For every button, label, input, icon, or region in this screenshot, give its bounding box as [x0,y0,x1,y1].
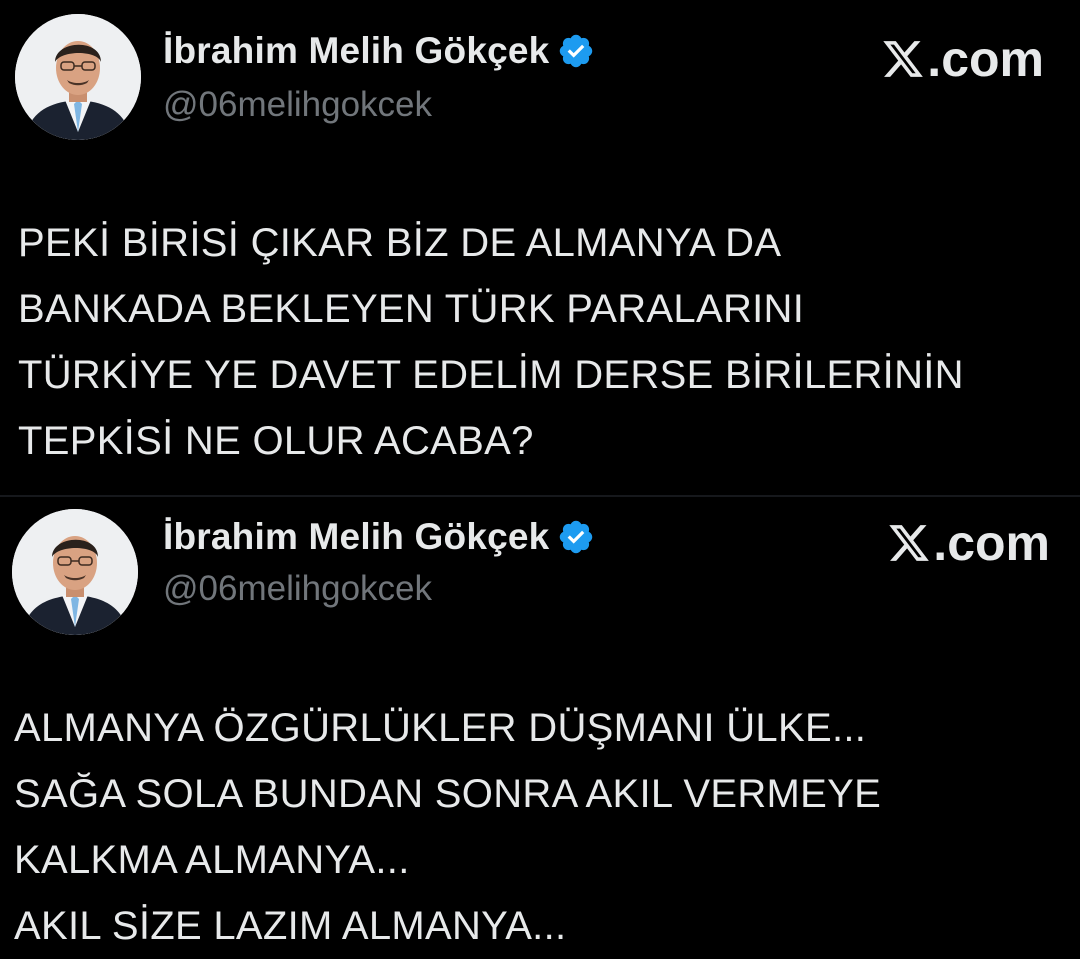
avatar[interactable] [15,14,141,140]
display-name[interactable]: İbrahim Melih Gökçek [163,30,549,72]
user-handle[interactable]: @06melihgokcek [163,85,432,125]
brand-domain: .com [933,515,1050,571]
verified-badge-icon [557,32,595,70]
tweet-text-line: AKIL SİZE LAZIM ALMANYA... [14,904,567,948]
brand-mark: .com [887,514,1050,572]
x-logo-icon [881,37,925,81]
author-name-row[interactable]: İbrahim Melih Gökçek [163,516,595,558]
tweet-text: PEKİ BİRİSİ ÇIKAR BİZ DE ALMANYA DA BANK… [18,210,964,474]
tweet-text-line: KALKMA ALMANYA... [14,838,410,882]
user-handle[interactable]: @06melihgokcek [163,569,432,609]
x-logo-icon [887,521,931,565]
tweet-text-line: ALMANYA ÖZGÜRLÜKLER DÜŞMANI ÜLKE... [14,706,867,750]
tweet-text-line: TÜRKİYE YE DAVET EDELİM DERSE BİRİLERİNİ… [18,353,964,397]
brand-mark: .com [881,30,1044,88]
author-name-row[interactable]: İbrahim Melih Gökçek [163,30,595,72]
avatar[interactable] [12,509,138,635]
verified-badge-icon [557,518,595,556]
display-name[interactable]: İbrahim Melih Gökçek [163,516,549,558]
tweet-text-line: SAĞA SOLA BUNDAN SONRA AKIL VERMEYE [14,772,882,816]
brand-domain: .com [927,31,1044,87]
tweet-text-line: PEKİ BİRİSİ ÇIKAR BİZ DE ALMANYA DA [18,221,782,265]
profile-photo-icon [15,14,141,140]
tweet-text-line: TEPKİSİ NE OLUR ACABA? [18,419,534,463]
tweet-text: ALMANYA ÖZGÜRLÜKLER DÜŞMANI ÜLKE... SAĞA… [14,695,881,959]
tweet-card[interactable]: İbrahim Melih Gökçek @06melihgokcek .com… [0,0,1080,495]
tweet-card[interactable]: İbrahim Melih Gökçek @06melihgokcek .com… [0,497,1080,959]
profile-photo-icon [12,509,138,635]
tweet-text-line: BANKADA BEKLEYEN TÜRK PARALARINI [18,287,805,331]
